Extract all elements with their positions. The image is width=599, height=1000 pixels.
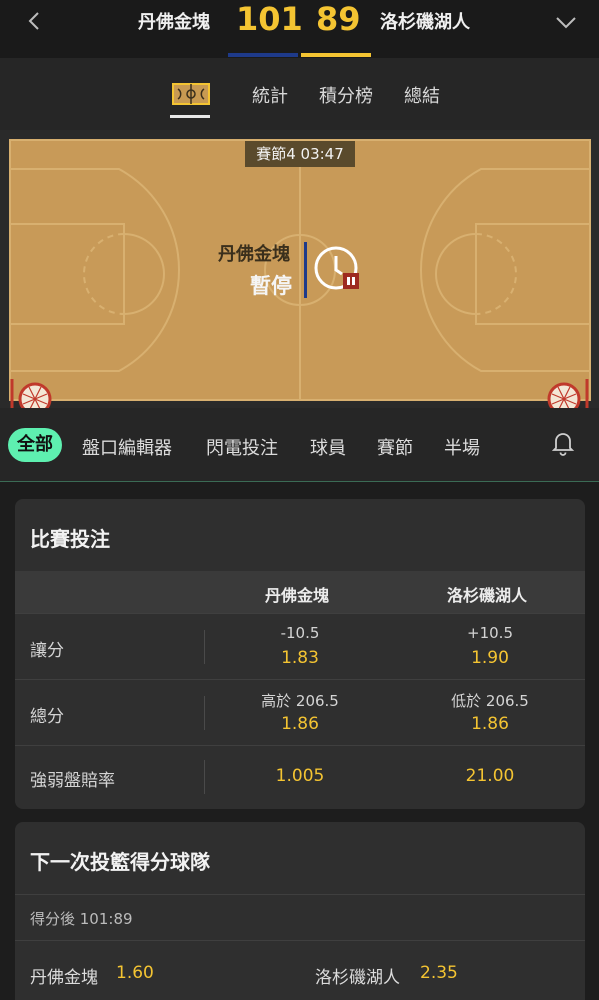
tab-summary[interactable]: 總結 <box>404 82 440 108</box>
odds-button-home-spread[interactable]: -10.5 1.83 <box>215 614 385 680</box>
chevron-down-icon[interactable] <box>553 10 579 34</box>
detail-tabs: 統計 積分榜 總結 <box>0 58 599 130</box>
option-odds: 1.60 <box>116 963 154 983</box>
tab-standings[interactable]: 積分榜 <box>319 82 373 108</box>
away-team-name: 洛杉磯湖人 <box>380 12 470 33</box>
row-label: 強弱盤賠率 <box>30 771 115 791</box>
market-row-spread: 讓分 -10.5 1.83 +10.5 1.90 <box>15 613 585 679</box>
tab-stats[interactable]: 統計 <box>252 82 288 108</box>
basketball-court-icon[interactable] <box>172 82 210 106</box>
odds-button-away-moneyline[interactable]: 21.00 <box>405 746 575 809</box>
score-condition-row: 得分後 101:89 <box>15 894 585 940</box>
odds-value: 1.83 <box>281 648 319 668</box>
filter-halves[interactable]: 半場 <box>444 434 480 460</box>
option-away-next-score[interactable]: 洛杉磯湖人 2.35 <box>300 941 585 1000</box>
line-value: +10.5 <box>467 624 513 642</box>
scoreboard-header: 丹佛金塊 101 89 洛杉磯湖人 <box>0 0 599 58</box>
line-value: 高於 206.5 <box>261 692 339 710</box>
live-court-panel <box>0 130 599 419</box>
court-team-name: 丹佛金塊 <box>218 244 290 265</box>
odds-button-home-total[interactable]: 高於 206.5 1.86 <box>215 680 385 746</box>
home-team-color-bar <box>228 53 298 57</box>
next-score-options: 丹佛金塊 1.60 洛杉磯湖人 2.35 <box>15 940 585 1000</box>
filter-players[interactable]: 球員 <box>310 434 346 460</box>
market-row-moneyline: 強弱盤賠率 1.005 21.00 <box>15 745 585 809</box>
card-title: 比賽投注 <box>30 527 110 551</box>
line-value: -10.5 <box>280 624 320 642</box>
row-label: 總分 <box>30 707 64 727</box>
option-home-next-score[interactable]: 丹佛金塊 1.60 <box>15 941 300 1000</box>
market-row-total: 總分 高於 206.5 1.86 低於 206.5 1.86 <box>15 679 585 745</box>
bell-icon[interactable] <box>551 430 575 456</box>
odds-value: 1.86 <box>281 714 319 734</box>
divider <box>204 760 205 794</box>
card-title: 下一次投籃得分球隊 <box>30 850 210 874</box>
odds-button-home-moneyline[interactable]: 1.005 <box>215 746 385 809</box>
column-home: 丹佛金塊 <box>265 586 330 605</box>
score-condition: 得分後 101:89 <box>30 910 133 928</box>
filter-flash-bet[interactable]: 閃電投注 <box>206 434 278 460</box>
away-score: 89 <box>316 0 361 38</box>
filter-all[interactable]: 全部 <box>8 428 62 462</box>
active-tab-indicator <box>170 115 210 118</box>
odds-value: 1.005 <box>275 766 325 786</box>
home-team-name: 丹佛金塊 <box>138 12 210 33</box>
home-score: 101 <box>236 0 303 38</box>
odds-value: 1.90 <box>471 648 509 668</box>
match-bets-card: 比賽投注 丹佛金塊 洛杉磯湖人 讓分 -10.5 1.83 +10.5 1.90… <box>15 499 585 809</box>
period-clock-badge: 賽節4 03:47 <box>245 141 355 167</box>
odds-button-away-spread[interactable]: +10.5 1.90 <box>405 614 575 680</box>
column-header: 丹佛金塊 洛杉磯湖人 <box>15 571 585 613</box>
divider <box>204 630 205 664</box>
market-filter-bar: 全部 盤口編輯器 閃電投注 球員 賽節 半場 <box>0 408 599 482</box>
odds-value: 1.86 <box>471 714 509 734</box>
odds-button-away-total[interactable]: 低於 206.5 1.86 <box>405 680 575 746</box>
column-away: 洛杉磯湖人 <box>447 586 528 605</box>
odds-value: 21.00 <box>465 766 515 786</box>
row-label: 讓分 <box>30 641 64 661</box>
filter-quarters[interactable]: 賽節 <box>377 434 413 460</box>
team-color-divider <box>304 242 307 298</box>
option-name: 洛杉磯湖人 <box>315 968 400 988</box>
timeout-clock-icon <box>314 246 359 290</box>
back-chevron-icon[interactable] <box>22 8 48 34</box>
away-team-color-bar <box>301 53 371 57</box>
next-score-card: 下一次投籃得分球隊 得分後 101:89 丹佛金塊 1.60 洛杉磯湖人 2.3… <box>15 822 585 1000</box>
basketball-court <box>9 139 591 401</box>
filter-bet-builder[interactable]: 盤口編輯器 <box>82 434 172 460</box>
line-value: 低於 206.5 <box>451 692 529 710</box>
court-status-text: 暫停 <box>250 274 292 298</box>
divider <box>204 696 205 730</box>
option-name: 丹佛金塊 <box>30 968 98 988</box>
option-odds: 2.35 <box>420 963 458 983</box>
